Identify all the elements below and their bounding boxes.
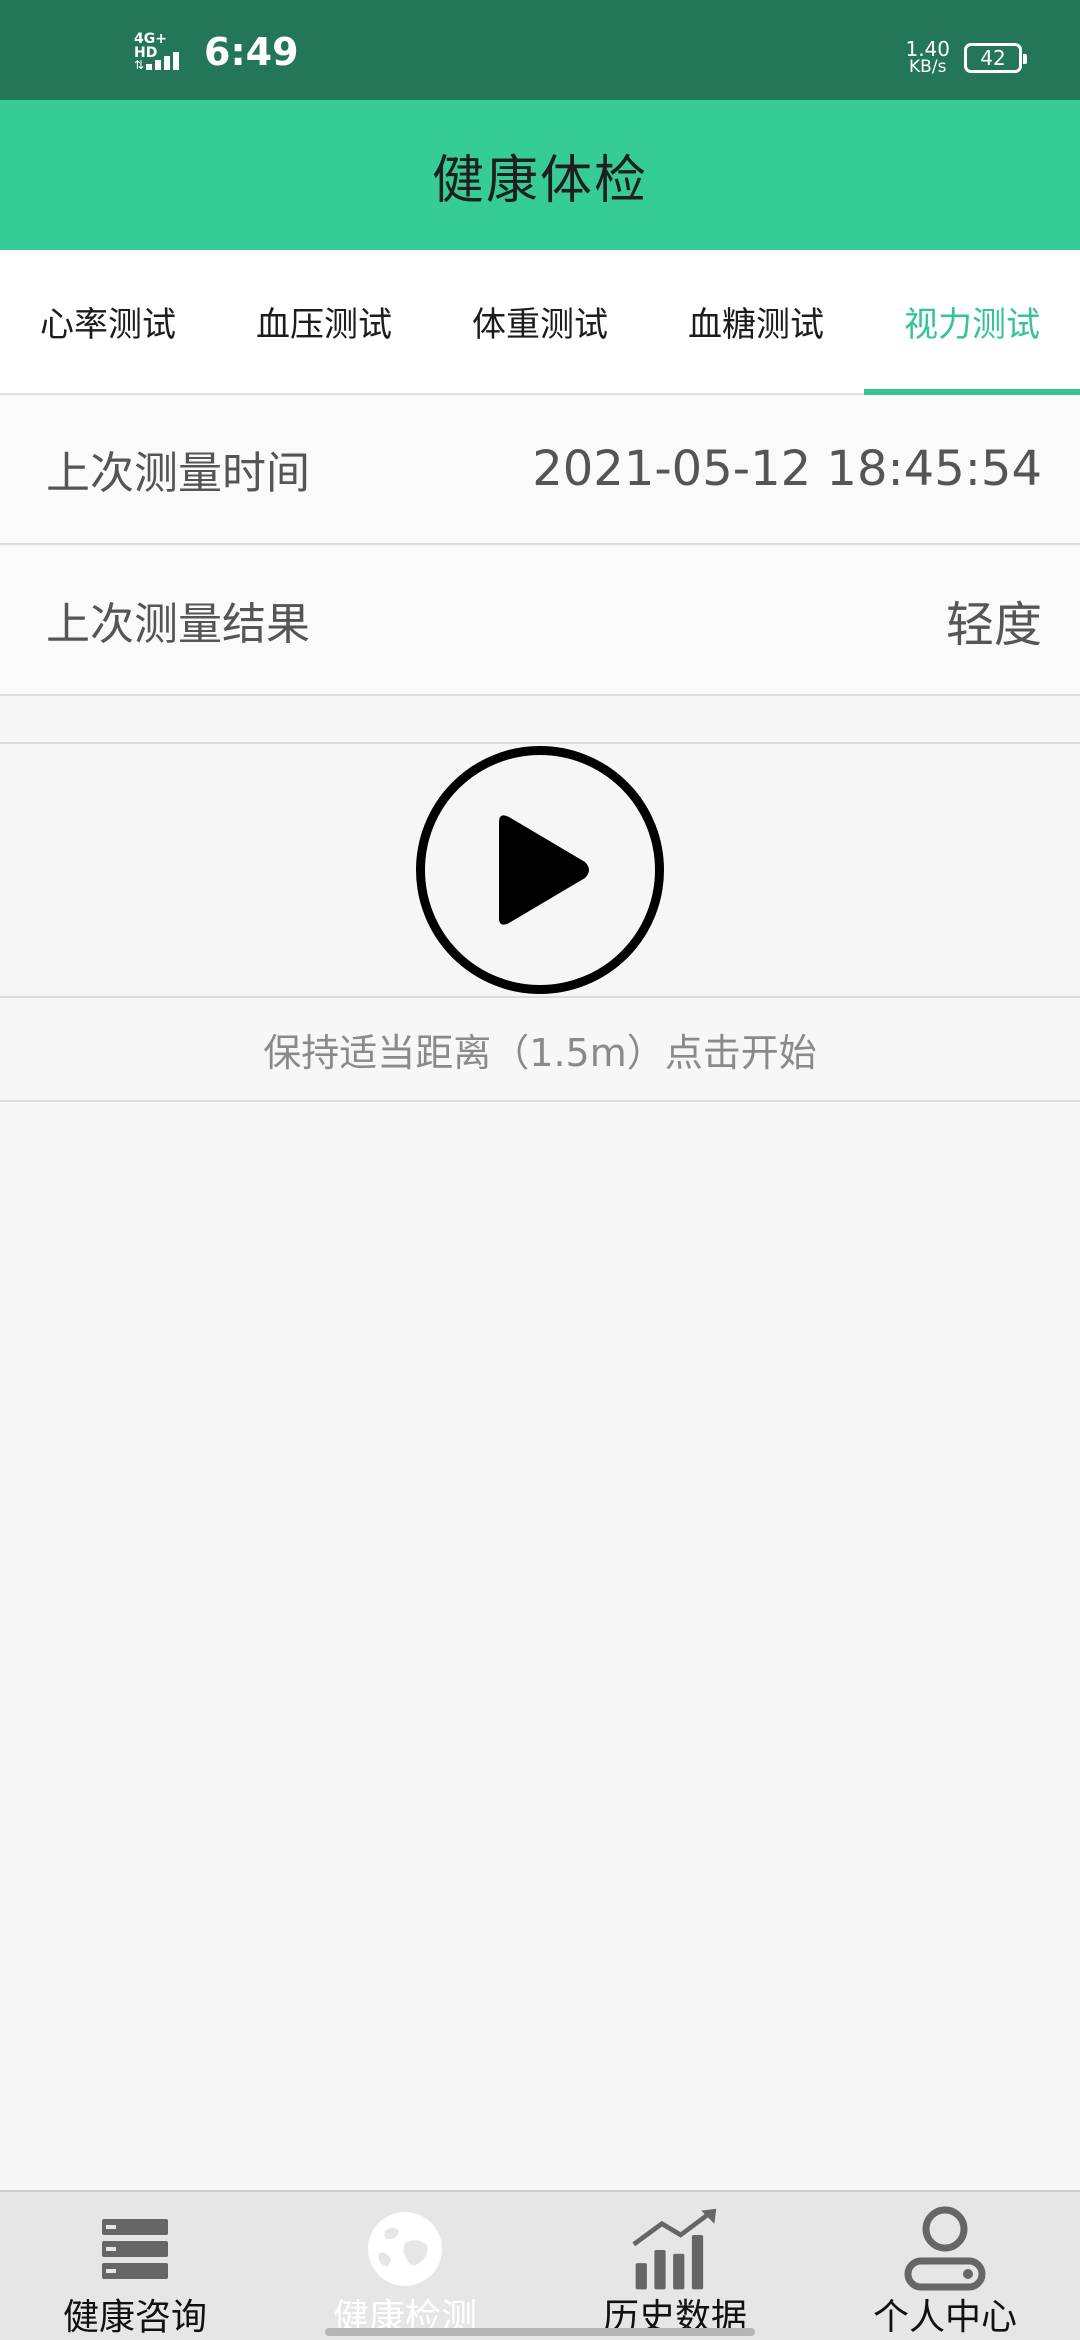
signal-icon: 4G+ HD ⇅ xyxy=(134,32,190,72)
tab-vision[interactable]: 视力测试 xyxy=(864,250,1080,395)
nav-item-health-consult[interactable]: 健康咨询 xyxy=(0,2192,270,2340)
speed-value: 1.40 xyxy=(905,37,950,61)
tab-blood-pressure[interactable]: 血压测试 xyxy=(216,250,432,393)
network-speed: 1.40 KB/s xyxy=(905,37,950,77)
last-measure-result-label: 上次测量结果 xyxy=(46,599,310,650)
clock: 6:49 xyxy=(204,30,299,74)
data-arrows-icon: ⇅ xyxy=(134,58,145,72)
app-header: 健康体检 xyxy=(0,100,1080,250)
hint-row: 保持适当距离（1.5m）点击开始 xyxy=(0,998,1080,1102)
last-measure-time-value: 2021-05-12 18:45:54 xyxy=(532,441,1042,497)
nav-label-health-consult: 健康咨询 xyxy=(62,2297,207,2338)
nav-item-history-data[interactable]: 历史数据 xyxy=(540,2192,810,2340)
status-right: 1.40 KB/s 42 xyxy=(905,37,1027,78)
battery-level: 42 xyxy=(980,46,1006,70)
start-hint: 保持适当距离（1.5m）点击开始 xyxy=(263,1030,817,1075)
tab-blood-sugar[interactable]: 血糖测试 xyxy=(648,250,864,393)
speed-unit: KB/s xyxy=(909,57,947,77)
status-left: 4G+ HD ⇅ 6:49 xyxy=(134,30,299,74)
test-tabs: 心率测试 血压测试 体重测试 血糖测试 视力测试 xyxy=(0,250,1080,395)
start-test-button[interactable] xyxy=(416,746,664,994)
play-area xyxy=(0,742,1080,998)
nav-item-health-check[interactable]: 健康检测 xyxy=(270,2192,540,2340)
tab-weight[interactable]: 体重测试 xyxy=(432,250,648,393)
server-list-icon xyxy=(90,2206,180,2292)
globe-icon xyxy=(360,2206,450,2292)
battery-icon: 42 xyxy=(964,43,1027,73)
last-measure-time-label: 上次测量时间 xyxy=(46,448,310,499)
nav-item-personal-center[interactable]: 个人中心 xyxy=(810,2192,1080,2340)
last-measure-result-value: 轻度 xyxy=(945,597,1042,653)
signal-bars-icon xyxy=(146,52,179,70)
home-indicator[interactable] xyxy=(325,2328,755,2336)
person-icon xyxy=(900,2206,990,2292)
last-measure-time-row: 上次测量时间 2021-05-12 18:45:54 xyxy=(0,395,1080,545)
status-bar: 4G+ HD ⇅ 6:49 1.40 KB/s 42 xyxy=(0,0,1080,100)
nav-label-personal-center: 个人中心 xyxy=(872,2297,1017,2338)
bottom-nav: 健康咨询 健康检测 历史数据 个人中心 xyxy=(0,2190,1080,2340)
tab-heart-rate[interactable]: 心率测试 xyxy=(0,250,216,393)
play-icon xyxy=(499,815,589,925)
bar-chart-trend-icon xyxy=(630,2206,720,2292)
last-measure-result-row: 上次测量结果 轻度 xyxy=(0,546,1080,696)
page-title: 健康体检 xyxy=(431,150,648,211)
